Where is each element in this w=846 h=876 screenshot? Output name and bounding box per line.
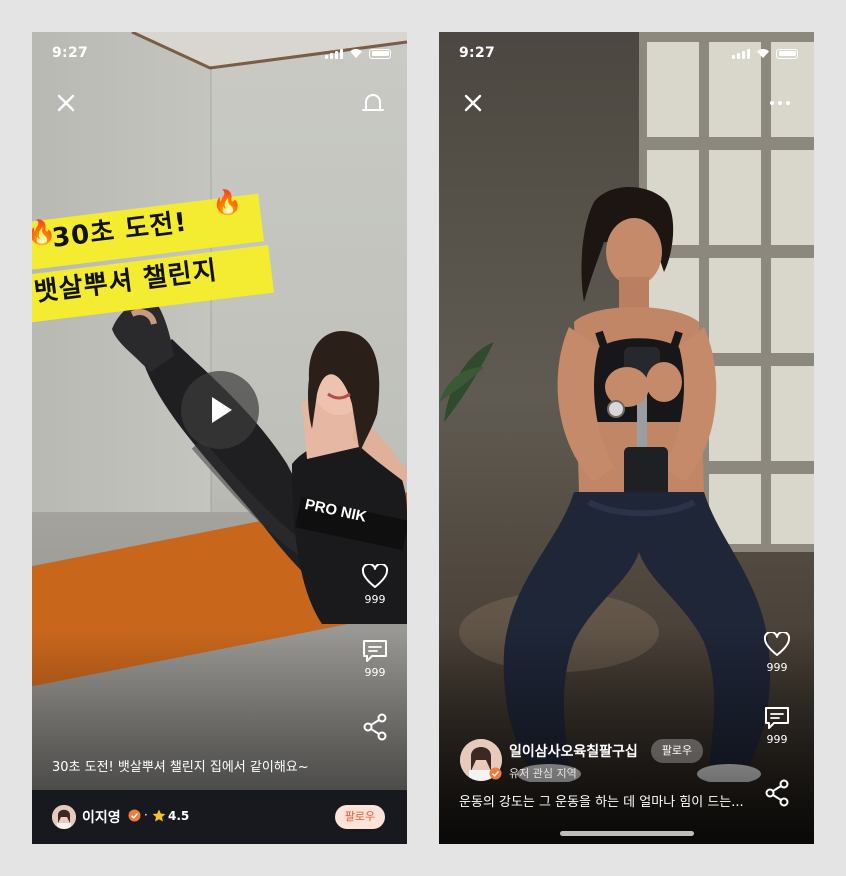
heart-icon [361, 564, 389, 588]
comment-button[interactable]: 999 [350, 639, 400, 679]
plant-leaves [439, 342, 494, 422]
video-caption: 운동의 강도는 그 운동을 하는 데 얼마나 힘이 드는... [459, 795, 744, 810]
share-icon[interactable] [362, 713, 388, 741]
wifi-icon [757, 49, 769, 58]
challenge-emoji-right: 🔥 [210, 186, 245, 218]
star-icon [152, 809, 166, 822]
comment-icon [765, 707, 789, 729]
bell-icon[interactable] [360, 90, 386, 116]
more-icon[interactable] [767, 90, 793, 116]
follow-button[interactable]: 팔로우 [651, 739, 703, 763]
verified-badge-icon [128, 809, 141, 822]
status-bar: 9:27 [32, 32, 407, 76]
status-bar: 9:27 [439, 32, 814, 76]
home-indicator [560, 831, 694, 836]
right-video-screen: 9:27 999 999 일이삼사오육칠팔구십 팔로우 유저 관심 지역 운동의… [439, 32, 814, 844]
separator-dot: · [144, 808, 148, 822]
close-icon[interactable] [460, 90, 486, 116]
verified-badge-icon [489, 767, 502, 780]
play-button[interactable] [181, 371, 259, 449]
comment-icon [363, 640, 387, 662]
signal-icon [732, 48, 750, 59]
share-icon[interactable] [764, 779, 790, 807]
like-count: 999 [364, 593, 386, 606]
video-caption: 30초 도전! 뱃살뿌셔 챌린지 집에서 같이해요~ [52, 760, 309, 775]
left-video-screen: PRO NIK 9:27 🔥 30초 도전! 🔥 뱃살뿌셔 챌린지 999 99… [32, 32, 407, 844]
comment-count: 999 [364, 666, 386, 679]
creator-name[interactable]: 이지영 [82, 807, 121, 827]
wifi-icon [350, 49, 362, 58]
follow-button[interactable]: 팔로우 [335, 805, 385, 829]
like-button[interactable]: 999 [752, 632, 802, 674]
status-time: 9:27 [459, 45, 496, 61]
comment-count: 999 [766, 733, 788, 746]
heart-icon [763, 632, 791, 656]
comment-button[interactable]: 999 [752, 706, 802, 746]
like-count: 999 [766, 661, 788, 674]
status-time: 9:27 [52, 45, 89, 61]
like-button[interactable]: 999 [350, 564, 400, 606]
close-icon[interactable] [53, 90, 79, 116]
battery-icon [369, 48, 391, 59]
creator-name[interactable]: 일이삼사오육칠팔구십 [509, 741, 638, 761]
creator-rating: 4.5 [168, 809, 190, 823]
avatar[interactable] [52, 805, 76, 829]
creator-bar: 이지영 · 4.5 팔로우 [32, 790, 407, 844]
signal-icon [325, 48, 343, 59]
battery-icon [776, 48, 798, 59]
creator-subtitle: 유저 관심 지역 [509, 767, 577, 780]
